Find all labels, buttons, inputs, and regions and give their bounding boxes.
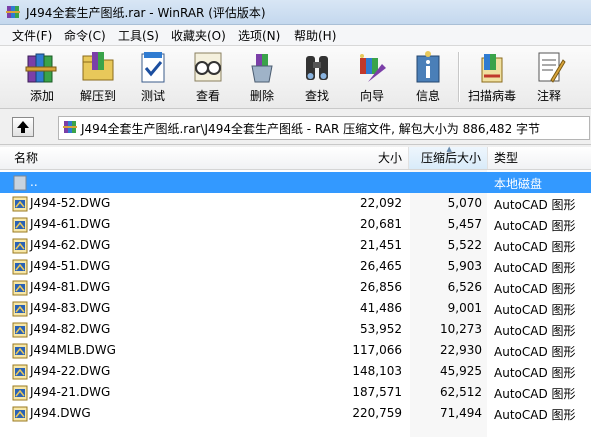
file-row[interactable]: J494-82.DWG 53,952 10,273 AutoCAD 图形: [0, 319, 591, 340]
file-name: ..: [30, 175, 38, 189]
up-arrow-icon: [17, 121, 29, 133]
menu-bar: 文件(F) 命令(C) 工具(S) 收藏夹(O) 选项(N) 帮助(H): [0, 25, 591, 46]
file-type: AutoCAD 图形: [494, 345, 576, 359]
menu-help[interactable]: 帮助(H): [292, 27, 338, 44]
file-packed-size: 5,457: [447, 217, 482, 231]
file-type: 本地磁盘: [494, 177, 543, 191]
column-size-label: 大小: [377, 151, 402, 165]
file-packed-size: 62,512: [440, 385, 482, 399]
file-packed-size: 9,001: [447, 301, 482, 315]
glasses-view-icon: [194, 52, 222, 82]
file-type: AutoCAD 图形: [494, 303, 576, 317]
folder-extract-icon: [82, 52, 114, 81]
file-type: AutoCAD 图形: [494, 282, 576, 296]
menu-tools[interactable]: 工具(S): [116, 27, 161, 44]
file-packed-size: 45,925: [440, 364, 482, 378]
view-button[interactable]: 查看: [184, 48, 232, 106]
file-packed-size: 5,522: [447, 238, 482, 252]
info-button[interactable]: 信息: [404, 48, 452, 106]
menu-options[interactable]: 选项(N): [236, 27, 282, 44]
file-type: AutoCAD 图形: [494, 261, 576, 275]
file-type: AutoCAD 图形: [494, 324, 576, 338]
info-icon: [416, 51, 440, 83]
address-path-field[interactable]: J494全套生产图纸.rar\J494全套生产图纸 - RAR 压缩文件, 解包…: [58, 116, 590, 140]
find-button[interactable]: 查找: [293, 48, 341, 106]
address-path-text: J494全套生产图纸.rar\J494全套生产图纸 - RAR 压缩文件, 解包…: [81, 122, 541, 136]
file-row[interactable]: J494-22.DWG 148,103 45,925 AutoCAD 图形: [0, 361, 591, 382]
toolbar: 添加 解压到 测试 查看 删除 查找 向导 信息 扫描病毒 注释: [0, 46, 591, 109]
comment-button[interactable]: 注释: [525, 48, 573, 106]
delete-button[interactable]: 删除: [238, 48, 286, 106]
file-packed-size: 6,526: [447, 280, 482, 294]
column-name-label: 名称: [14, 151, 39, 165]
file-row[interactable]: J494-51.DWG 26,465 5,903 AutoCAD 图形: [0, 256, 591, 277]
file-row[interactable]: J494-81.DWG 26,856 6,526 AutoCAD 图形: [0, 277, 591, 298]
title-bar[interactable]: J494全套生产图纸.rar - WinRAR (评估版本): [0, 0, 591, 25]
window-title: J494全套生产图纸.rar - WinRAR (评估版本): [26, 6, 266, 20]
scan-virus-label: 扫描病毒: [468, 89, 517, 103]
column-packed-label: 压缩后大小: [421, 151, 482, 165]
find-label: 查找: [304, 89, 329, 103]
column-type-label: 类型: [494, 151, 519, 165]
comment-icon: [538, 52, 566, 83]
wizard-label: 向导: [359, 89, 384, 103]
file-row[interactable]: .. 本地磁盘: [0, 172, 591, 193]
menu-favorites[interactable]: 收藏夹(O): [169, 27, 228, 44]
add-label: 添加: [29, 89, 54, 103]
scan-virus-icon: [481, 54, 503, 83]
file-packed-size: 5,070: [447, 196, 482, 210]
winrar-app-icon: [6, 6, 20, 18]
test-button[interactable]: 测试: [129, 48, 177, 106]
up-folder-button[interactable]: [12, 117, 34, 137]
view-label: 查看: [195, 89, 220, 103]
file-row[interactable]: J494-61.DWG 20,681 5,457 AutoCAD 图形: [0, 214, 591, 235]
comment-label: 注释: [536, 89, 561, 103]
file-type: AutoCAD 图形: [494, 240, 576, 254]
column-header-name[interactable]: 名称 大小: [0, 147, 409, 169]
file-list: .. 本地磁盘 J494-52.DWG 22,092 5,070 AutoCAD 图形 J4…: [0, 170, 591, 437]
extract-to-label: 解压到: [79, 89, 116, 103]
scan-virus-button[interactable]: 扫描病毒: [468, 48, 516, 106]
column-header-packed[interactable]: ▲ 压缩后大小: [409, 145, 488, 169]
folder-up-icon: [13, 175, 27, 191]
file-type: AutoCAD 图形: [494, 387, 576, 401]
file-packed-size: 5,903: [447, 259, 482, 273]
test-label: 测试: [140, 89, 165, 103]
file-row[interactable]: J494-83.DWG 41,486 9,001 AutoCAD 图形: [0, 298, 591, 319]
file-row[interactable]: J494-62.DWG 21,451 5,522 AutoCAD 图形: [0, 235, 591, 256]
file-row[interactable]: J494-52.DWG 22,092 5,070 AutoCAD 图形: [0, 193, 591, 214]
file-packed-size: 71,494: [440, 406, 482, 420]
wizard-icon: [360, 54, 386, 82]
rar-archive-icon: [63, 121, 77, 133]
file-list-header: 名称 大小 ▲ 压缩后大小 类型: [0, 145, 591, 170]
menu-file[interactable]: 文件(F): [10, 27, 54, 44]
wizard-button[interactable]: 向导: [348, 48, 396, 106]
binoculars-find-icon: [306, 56, 328, 80]
menu-commands[interactable]: 命令(C): [62, 27, 108, 44]
file-type: AutoCAD 图形: [494, 408, 576, 422]
column-header-type[interactable]: 类型: [488, 147, 591, 169]
recycle-delete-icon: [251, 54, 273, 83]
clipboard-check-icon: [141, 52, 165, 83]
file-row[interactable]: J494MLB.DWG 117,066 22,930 AutoCAD 图形: [0, 340, 591, 361]
toolbar-separator: [458, 52, 460, 102]
file-type: AutoCAD 图形: [494, 219, 576, 233]
file-row[interactable]: J494.DWG 220,759 71,494 AutoCAD 图形: [0, 403, 591, 424]
address-bar: J494全套生产图纸.rar\J494全套生产图纸 - RAR 压缩文件, 解包…: [0, 110, 591, 145]
add-button[interactable]: 添加: [18, 48, 66, 106]
extract-to-button[interactable]: 解压到: [74, 48, 122, 106]
file-type: AutoCAD 图形: [494, 366, 576, 380]
info-label: 信息: [415, 89, 440, 103]
file-packed-size: 22,930: [440, 343, 482, 357]
file-row[interactable]: J494-21.DWG 187,571 62,512 AutoCAD 图形: [0, 382, 591, 403]
file-type: AutoCAD 图形: [494, 198, 576, 212]
books-add-icon: [25, 53, 57, 83]
file-packed-size: 10,273: [440, 322, 482, 336]
delete-label: 删除: [249, 89, 274, 103]
